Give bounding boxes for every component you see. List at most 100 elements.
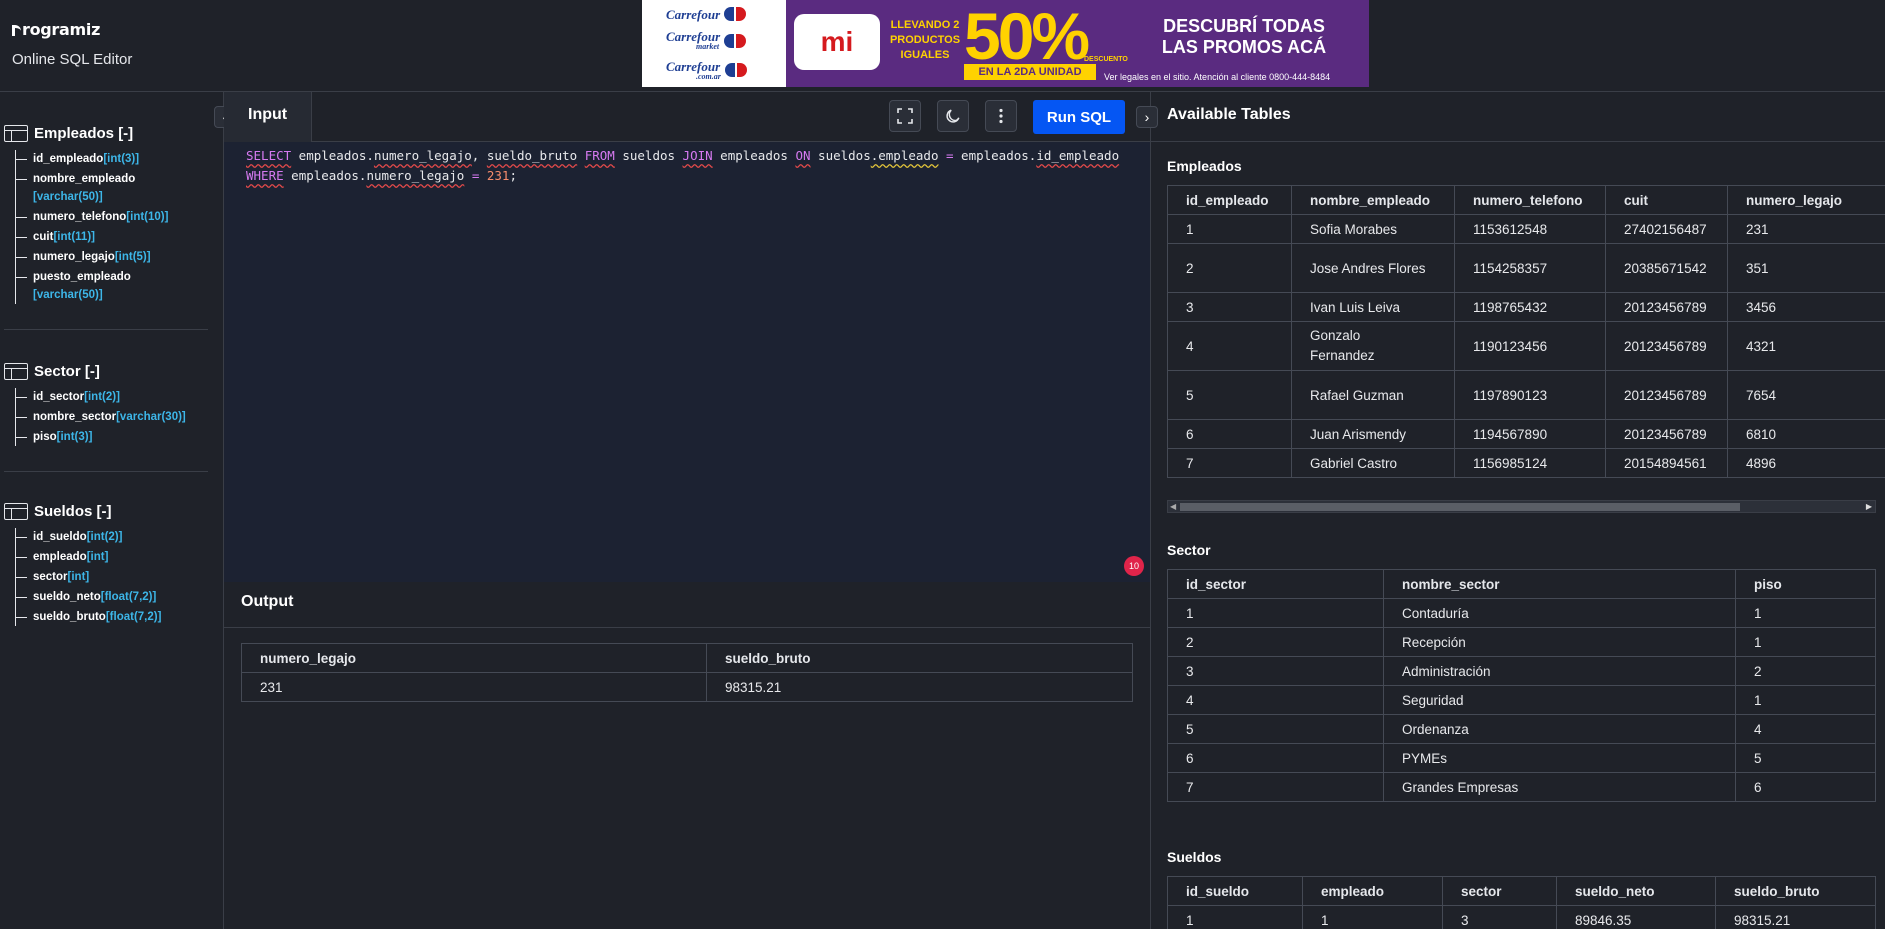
table-cell: 1198765432 [1454,292,1606,322]
identifier: .empleado [870,148,939,163]
scroll-right-icon[interactable]: ▶ [1866,501,1872,513]
collapse-tables-button[interactable]: › [1136,106,1158,128]
scrollbar-thumb[interactable] [1180,503,1740,511]
identifier: sueldo_bruto [486,148,578,163]
column-header: empleado [1302,876,1443,906]
table-cell: 6 [1167,743,1384,773]
ad-headline: DESCUBRÍ TODAS LAS PROMOS ACÁ [1161,16,1327,57]
table-row: 4 Gonzalo Fernandez 1190123456 20123456789 4… [1167,321,1885,371]
table-cell: 20123456789 [1605,419,1728,449]
table-cell: 20123456789 [1605,321,1728,371]
table-cell: Ivan Luis Leiva [1291,292,1455,322]
ad-brand-text-wrap: Carrefour market [666,30,720,51]
ad-llevando: LLEVANDO 2 PRODUCTOS IGUALES [889,19,961,61]
column-type: [int(3)] [103,153,140,165]
scroll-left-icon[interactable]: ◀ [1170,501,1176,513]
brand[interactable]: rogramiz Online SQL Editor [12,20,132,68]
advertisement-banner[interactable]: Carrefour Carrefour market Carrefour .com.… [642,0,1369,87]
ad-unidad: EN LA 2DA UNIDAD [964,64,1096,80]
tab-input[interactable]: Input [224,92,312,142]
table-cell: 4321 [1727,321,1885,371]
keyword: SELECT [246,148,292,163]
column-header: sueldo_bruto [706,643,1133,673]
programiz-logo[interactable]: rogramiz [12,20,132,39]
column-name: nombre_empleado [33,173,136,185]
column-header: sueldo_bruto [1715,876,1876,906]
cell-text: Gonzalo Fernandez [1310,328,1375,363]
identifier: sueldos [810,148,871,163]
table-cell: 4 [1167,321,1292,371]
table-cell: 6 [1167,419,1292,449]
table-cell: 7654 [1727,370,1885,420]
table-cell: 20123456789 [1605,370,1728,420]
mi-carrefour-logo: mi [794,14,880,70]
more-options-button[interactable] [985,100,1017,132]
column-type: [int(2)] [86,531,123,543]
carrefour-logo-icon [724,62,747,78]
table-cell: 3 [1442,905,1557,929]
table-cell: Gabriel Castro [1291,448,1455,478]
table-cell: 1153612548 [1454,214,1606,244]
table-cell: 89846.35 [1556,905,1716,929]
schema-column: numero_legajo[int(5)] [16,248,224,266]
fullscreen-button[interactable] [889,100,921,132]
horizontal-scrollbar[interactable]: ◀ ▶ [1167,500,1876,513]
column-name: id_sueldo [33,531,87,543]
column-header: numero_legajo [241,643,707,673]
identifier: empleados. [953,148,1037,163]
table-title-empleados: Empleados [1167,158,1242,174]
schema-table-toggle[interactable]: Sector [-] [0,360,224,382]
output-table: numero_legajo sueldo_bruto 231 98315.21 [241,643,1133,702]
moon-icon [946,109,960,123]
available-tables-header: Available Tables [1151,92,1885,142]
carrefour-logo-icon [724,6,747,22]
schema-sidebar: Empleados [-] id_empleado[int(3)] nombre… [0,92,224,929]
table-cell: 1 [1735,598,1876,628]
table-cell: 3 [1167,292,1292,322]
table-cell: Recepción [1383,627,1736,657]
sql-code-editor[interactable]: SELECT empleados.numero_legajo, sueldo_b… [224,142,1150,582]
run-sql-button[interactable]: Run SQL [1033,100,1125,134]
schema-column: sueldo_bruto[float(7,2)] [16,608,224,626]
table-row: 7 Gabriel Castro 1156985124 20154894561 4896 [1167,448,1885,478]
problems-count-badge[interactable]: 10 [1124,556,1144,576]
available-tables-panel: Available Tables Empleados id_empleado n… [1150,92,1885,929]
schema-column: id_sector[int(2)] [16,388,224,406]
schema-table-toggle[interactable]: Empleados [-] [0,122,224,144]
keyword: FROM [584,148,615,163]
schema-table-title: Sueldos [-] [34,502,112,520]
schema-column: sueldo_neto[float(7,2)] [16,588,224,606]
table-header-row: id_sector nombre_sector piso [1167,569,1876,599]
schema-table-sector: Sector [-] id_sector[int(2)] nombre_sect… [0,360,224,448]
available-tables-title: Available Tables [1167,106,1291,123]
table-cell: Grandes Empresas [1383,772,1736,802]
app-subtitle: Online SQL Editor [12,51,133,68]
table-icon [4,502,28,520]
table-cell: 4 [1735,714,1876,744]
tab-input-label: Input [248,106,288,123]
table-cell: 3 [1167,656,1384,686]
column-name: numero_telefono [33,211,127,223]
table-row: 6 PYMEs 5 [1167,743,1876,773]
table-row: 4 Seguridad 1 [1167,685,1876,715]
table-header-row: id_empleado nombre_empleado numero_telef… [1167,185,1885,215]
schema-column: id_empleado[int(3)] [16,150,224,168]
table-cell: 7 [1167,448,1292,478]
table-row: 1 Sofia Morabes 1153612548 27402156487 231 [1167,214,1885,244]
schema-table-toggle[interactable]: Sueldos [-] [0,500,224,522]
logo-text: rogramiz [22,20,101,39]
table-row: 1 Contaduría 1 [1167,598,1876,628]
code-line-2: WHERE empleados.numero_legajo = 231; [246,166,1150,186]
table-cell: 1 [1167,214,1292,244]
table-cell: 6810 [1727,419,1885,449]
column-header: sector [1442,876,1557,906]
theme-toggle-button[interactable] [937,100,969,132]
table-cell: 1 [1735,685,1876,715]
table-cell: 98315.21 [1715,905,1876,929]
table-cell: 1194567890 [1454,419,1606,449]
table-empleados: id_empleado nombre_empleado numero_telef… [1167,185,1885,478]
table-cell: 2 [1167,243,1292,293]
ad-descuento: DESCUENTO [1084,56,1128,63]
table-cell: 3456 [1727,292,1885,322]
